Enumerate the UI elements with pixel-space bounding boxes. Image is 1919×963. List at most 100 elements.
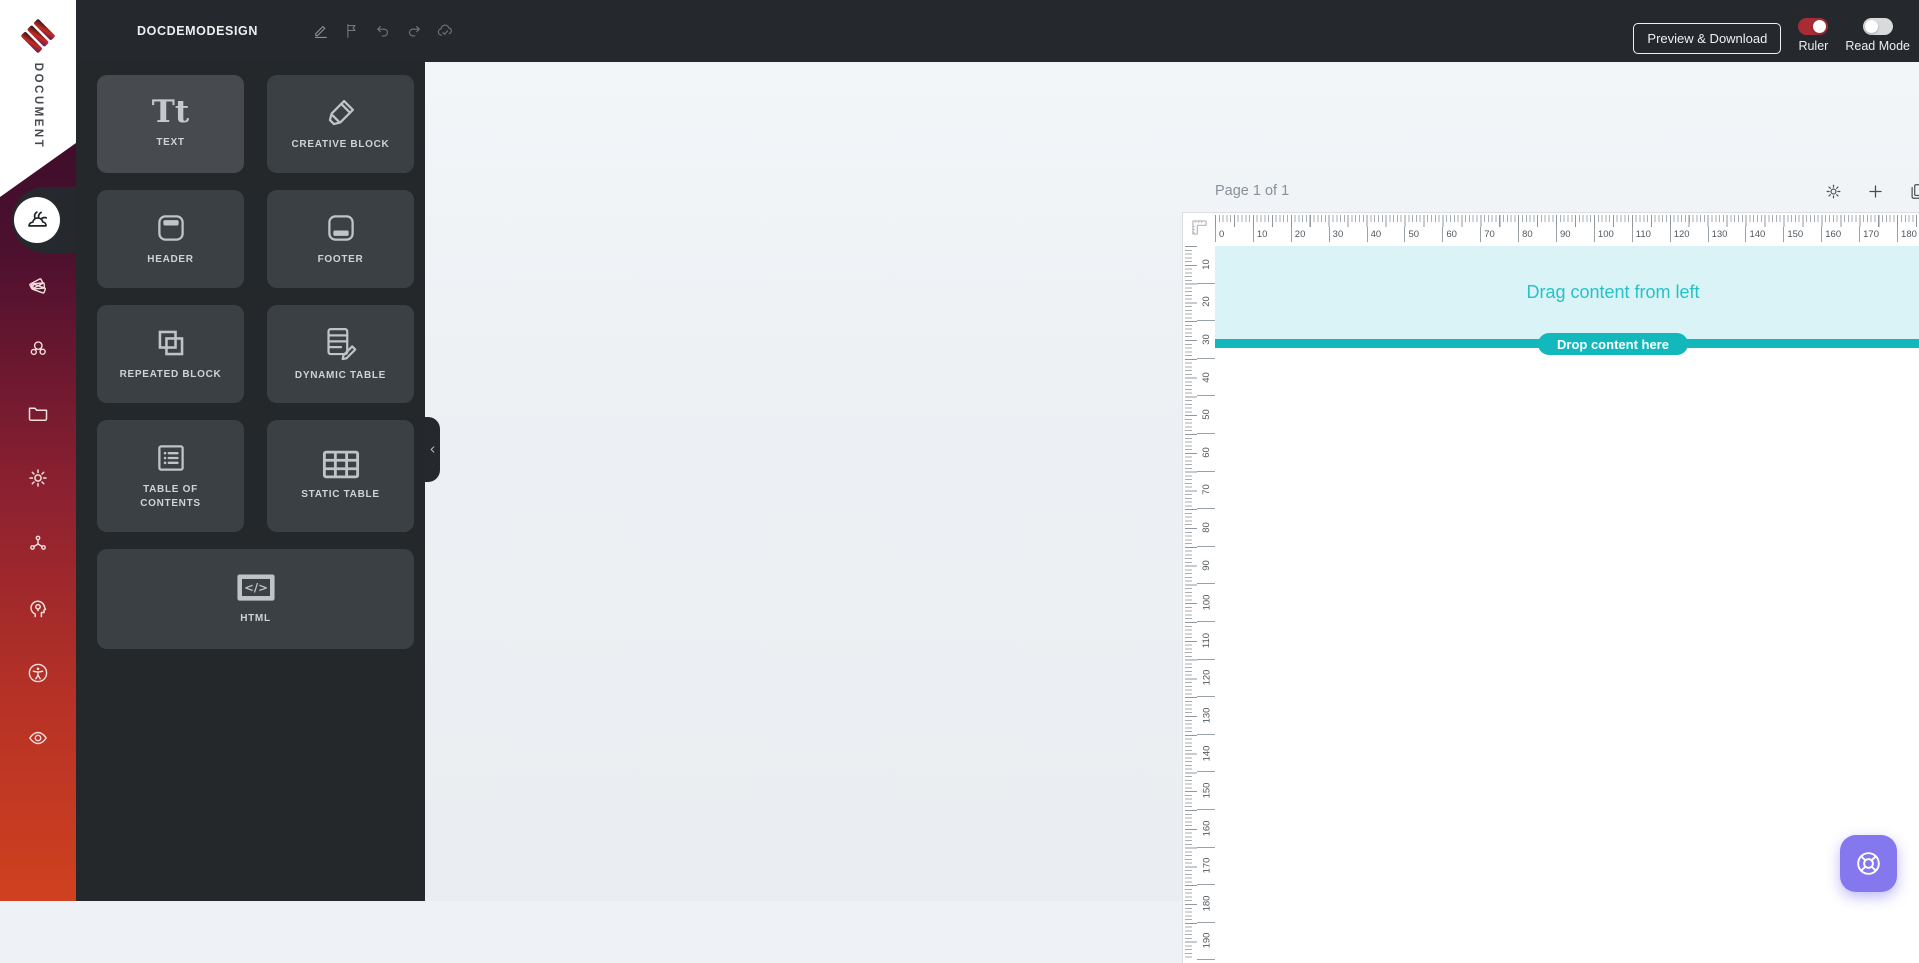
palette-card-label: REPEATED BLOCK bbox=[119, 368, 222, 380]
v-ruler-number: 50 bbox=[1197, 396, 1216, 434]
h-ruler-number: 60 bbox=[1442, 227, 1480, 243]
sidebar-item-files[interactable] bbox=[26, 401, 50, 425]
read-mode-toggle-group: Read Mode bbox=[1845, 17, 1910, 53]
v-ruler-number: 90 bbox=[1197, 547, 1216, 585]
static-table-icon bbox=[321, 449, 361, 480]
sidebar-item-integrations[interactable] bbox=[26, 531, 50, 555]
drop-here-badge: Drop content here bbox=[1538, 333, 1688, 355]
cloud-save-icon[interactable] bbox=[436, 22, 454, 40]
drag-hint-text: Drag content from left bbox=[1526, 282, 1700, 302]
read-mode-toggle-label: Read Mode bbox=[1845, 38, 1910, 53]
eye-icon bbox=[26, 726, 50, 750]
collapse-panel-button[interactable] bbox=[425, 417, 440, 482]
palette-card-footer[interactable]: FOOTER bbox=[267, 190, 414, 288]
top-bar-right: Preview & Download Ruler Read Mode bbox=[1633, 9, 1910, 54]
horizontal-ruler-scale: 0 10 20 30 40 50 60 70 80 90 100 110 120 130 140 150 160… bbox=[1215, 213, 1919, 243]
block-palette-panel: Tt TEXT CREATIVE BLOCK HEADER FOOTER REPEATED… bbox=[76, 62, 425, 901]
palette-card-header[interactable]: HEADER bbox=[97, 190, 244, 288]
header-block-icon bbox=[154, 211, 188, 245]
redo-icon[interactable] bbox=[405, 22, 423, 40]
lifebuoy-icon bbox=[1853, 848, 1884, 879]
palette-card-html[interactable]: HTML bbox=[97, 549, 414, 649]
document-page[interactable]: Drag content from left Drop content here bbox=[1215, 242, 1919, 963]
v-ruler-number: 150 bbox=[1197, 772, 1216, 810]
palette-card-label: STATIC TABLE bbox=[301, 489, 380, 501]
sidebar-item-settings[interactable] bbox=[26, 466, 50, 490]
page-settings-icon[interactable] bbox=[1824, 182, 1843, 201]
h-ruler-number: 120 bbox=[1669, 227, 1708, 243]
v-ruler-number: 120 bbox=[1197, 660, 1216, 698]
ruler-toggle[interactable] bbox=[1798, 17, 1829, 35]
v-ruler-number: 130 bbox=[1197, 697, 1216, 735]
rail-section-label: DOCUMENT bbox=[32, 62, 45, 150]
palette-card-label: FOOTER bbox=[317, 253, 364, 265]
nodes-icon bbox=[26, 531, 50, 555]
v-ruler-number: 80 bbox=[1197, 509, 1216, 547]
duplicate-page-icon[interactable] bbox=[1908, 182, 1919, 201]
gear-icon bbox=[26, 466, 50, 490]
v-ruler-number: 170 bbox=[1197, 848, 1216, 886]
preview-download-button[interactable]: Preview & Download bbox=[1633, 22, 1782, 54]
module-rail: DOCUMENT bbox=[0, 0, 76, 901]
add-page-icon[interactable] bbox=[1866, 182, 1885, 201]
h-ruler-major-ticks bbox=[1215, 215, 1919, 227]
vertical-ruler: 10 20 30 40 50 60 70 80 90 100 110 120 130 140 150 160 1… bbox=[1182, 242, 1216, 963]
ruler-toggle-label: Ruler bbox=[1798, 38, 1829, 53]
chevron-left-icon bbox=[426, 443, 439, 456]
drop-zone[interactable]: Drag content from left bbox=[1215, 246, 1919, 339]
palette-card-text[interactable]: Tt TEXT bbox=[97, 75, 244, 173]
v-ruler-numbers: 10 20 30 40 50 60 70 80 90 100 110 120 130 140 150 160 1… bbox=[1197, 246, 1216, 961]
text-tt-icon: Tt bbox=[151, 94, 190, 131]
h-ruler-number: 150 bbox=[1783, 227, 1821, 243]
sidebar-item-document-design[interactable] bbox=[14, 197, 60, 243]
swatches-icon bbox=[26, 271, 50, 295]
top-bar-actions bbox=[312, 22, 454, 40]
v-ruler-number: 20 bbox=[1197, 284, 1216, 322]
h-ruler-number: 130 bbox=[1707, 227, 1746, 243]
h-ruler-number: 140 bbox=[1745, 227, 1783, 243]
ruler-toggle-group: Ruler bbox=[1798, 17, 1829, 53]
h-ruler-number: 90 bbox=[1556, 227, 1594, 243]
palette-card-creative-block[interactable]: CREATIVE BLOCK bbox=[267, 75, 414, 173]
top-bar: DOCDEMODESIGN Preview & Download Ruler R… bbox=[76, 0, 1919, 62]
molecule-icon bbox=[26, 336, 50, 360]
marker-icon bbox=[324, 96, 358, 130]
footer-block-icon bbox=[324, 211, 358, 245]
h-ruler-number: 50 bbox=[1404, 227, 1442, 243]
undo-icon[interactable] bbox=[374, 22, 392, 40]
head-bulb-icon bbox=[26, 596, 50, 620]
h-ruler-number: 30 bbox=[1328, 227, 1367, 243]
h-ruler-number: 80 bbox=[1518, 227, 1556, 243]
h-ruler-number: 100 bbox=[1593, 227, 1632, 243]
page-header: Page 1 of 1 bbox=[1215, 174, 1919, 208]
palette-card-repeated-block[interactable]: REPEATED BLOCK bbox=[97, 305, 244, 403]
v-ruler-number: 100 bbox=[1197, 584, 1216, 622]
sidebar-item-preview[interactable] bbox=[26, 726, 50, 750]
v-ruler-number: 40 bbox=[1197, 359, 1216, 397]
design-icon bbox=[24, 207, 51, 234]
sidebar-item-accessibility[interactable] bbox=[26, 661, 50, 685]
h-ruler-number: 20 bbox=[1290, 227, 1329, 243]
app-logo-icon[interactable] bbox=[19, 17, 57, 55]
h-ruler-number: 180 bbox=[1897, 227, 1919, 243]
v-ruler-major-ticks bbox=[1185, 246, 1197, 959]
version-flag-icon[interactable] bbox=[343, 22, 361, 40]
palette-card-dynamic-table[interactable]: DYNAMIC TABLE bbox=[267, 305, 414, 403]
h-ruler-number: 160 bbox=[1821, 227, 1859, 243]
sidebar-item-smart-content[interactable] bbox=[26, 596, 50, 620]
toggle-knob bbox=[1813, 19, 1827, 33]
sidebar-item-styles[interactable] bbox=[26, 271, 50, 295]
page-toolbar bbox=[1824, 182, 1919, 201]
help-fab-button[interactable] bbox=[1840, 835, 1897, 892]
v-ruler-number: 110 bbox=[1197, 622, 1216, 660]
read-mode-toggle[interactable] bbox=[1862, 17, 1893, 35]
edit-title-icon[interactable] bbox=[312, 22, 330, 40]
h-ruler-number: 40 bbox=[1366, 227, 1405, 243]
folder-icon bbox=[26, 401, 50, 425]
sidebar-item-data-model[interactable] bbox=[26, 336, 50, 360]
palette-card-label: HEADER bbox=[147, 253, 194, 265]
palette-card-table-of-contents[interactable]: TABLE OF CONTENTS bbox=[97, 420, 244, 532]
horizontal-ruler: 0 10 20 30 40 50 60 70 80 90 100 110 120 130 140 150 160… bbox=[1182, 212, 1919, 243]
repeated-block-icon bbox=[154, 326, 188, 360]
palette-card-static-table[interactable]: STATIC TABLE bbox=[267, 420, 414, 532]
